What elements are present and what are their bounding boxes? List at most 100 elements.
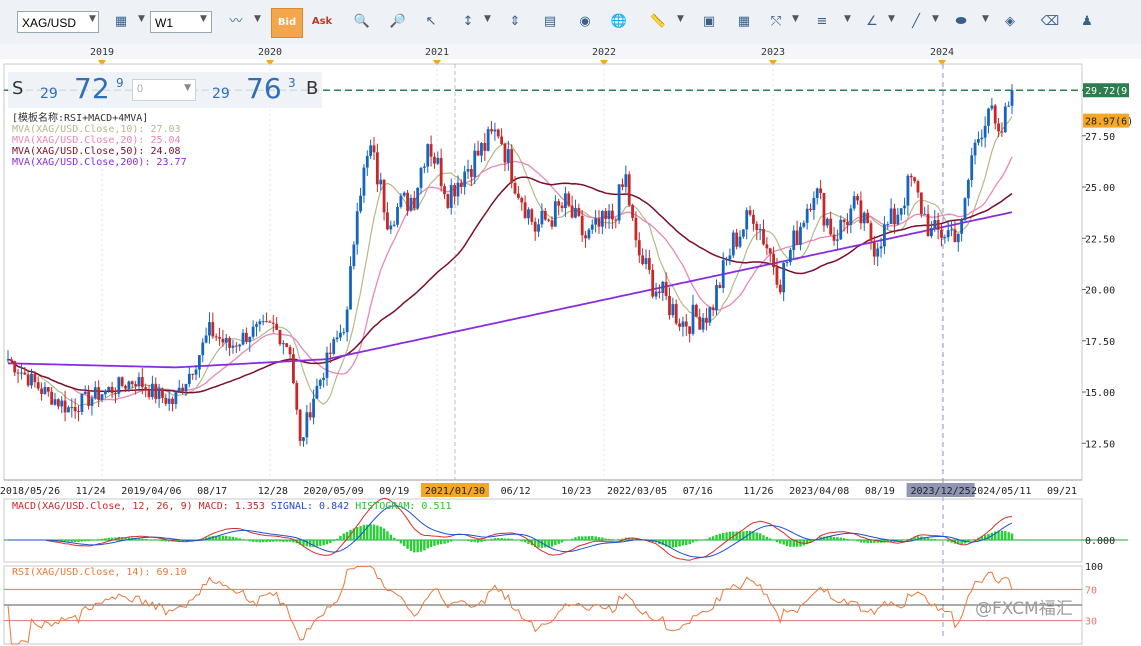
sell-prefix[interactable]: 29 [40, 86, 58, 102]
buy-pip[interactable]: 3 [288, 76, 296, 90]
candle [866, 212, 870, 224]
candle [574, 208, 577, 218]
measure-icon[interactable]: ↕ [458, 12, 478, 32]
candle [1007, 105, 1011, 107]
candle [56, 399, 60, 407]
histogram-bar [973, 539, 977, 540]
histogram-bar [376, 525, 379, 540]
template-icon[interactable]: ▦ [734, 12, 754, 32]
x-tick-label: 09/21 [1047, 486, 1077, 497]
trendline-icon[interactable]: ╱ [906, 12, 926, 32]
buy-prefix[interactable]: 29 [212, 86, 230, 102]
candle [862, 212, 866, 224]
symbol-select[interactable]: XAG/USD [17, 11, 99, 33]
histogram-bar [389, 534, 392, 540]
chevron-down-icon[interactable]: ▼ [484, 14, 492, 24]
chart-type-icon[interactable]: ▦ [111, 12, 131, 32]
buy-label[interactable]: B [306, 78, 318, 99]
candle [879, 246, 883, 249]
chevron-down-icon[interactable]: ▼ [792, 14, 800, 24]
histogram-bar [755, 532, 759, 540]
candle [325, 352, 329, 378]
candle [802, 222, 806, 227]
candle [983, 125, 987, 138]
candle [87, 391, 90, 406]
candle [597, 218, 601, 227]
indicators-icon[interactable]: ♟ [1077, 12, 1097, 32]
candle [580, 215, 584, 236]
candle [110, 386, 114, 393]
candle [647, 258, 651, 270]
candle [174, 391, 178, 405]
histogram-bar [436, 540, 440, 545]
chevron-down-icon[interactable]: ▼ [254, 14, 262, 24]
candle [40, 388, 43, 394]
line-chart-icon[interactable]: 〰 [226, 12, 246, 32]
chevron-down-icon[interactable]: ▼ [138, 14, 146, 24]
candle [436, 157, 440, 164]
candle [302, 437, 305, 441]
candle [211, 322, 215, 337]
candle [755, 223, 759, 231]
chevron-down-icon[interactable]: ▼ [932, 14, 940, 24]
candle [26, 374, 30, 386]
candle [201, 342, 205, 356]
lot-input[interactable]: 0 ▼ [132, 79, 196, 101]
candle [184, 383, 188, 392]
sell-label[interactable]: S [12, 78, 23, 99]
line-tool-icon[interactable]: ⤲ [766, 12, 786, 32]
candle [607, 210, 611, 219]
candle [664, 281, 668, 296]
chevron-down-icon[interactable]: ▼ [677, 14, 685, 24]
buy-price[interactable]: 76 [246, 72, 282, 105]
chevron-down-icon[interactable]: ▼ [888, 14, 896, 24]
bid-button[interactable]: Bid [271, 8, 303, 38]
notes-icon[interactable]: ▤ [540, 12, 560, 32]
candle [406, 192, 409, 211]
histogram-bar [77, 540, 80, 542]
histogram-bar [859, 540, 863, 543]
candle [449, 185, 453, 208]
zoom-out-icon[interactable]: 🔎 [388, 12, 408, 32]
ruler-icon[interactable]: 📏 [648, 12, 668, 32]
chevron-down-icon[interactable]: ▼ [982, 14, 990, 24]
histogram-bar [607, 538, 611, 540]
image-icon[interactable]: ▣ [699, 12, 719, 32]
price-chart[interactable]: 2019 2020 2021 2022 2023 2024 12.50 15.00 17.50… [0, 44, 1141, 646]
candle [453, 185, 456, 197]
candle [916, 181, 920, 193]
histogram-bar [322, 540, 325, 546]
price-tick-label: 20.00 [1085, 286, 1115, 297]
ask-button[interactable]: Ask [307, 8, 337, 36]
chevron-down-icon[interactable]: ▼ [200, 14, 208, 24]
globe-icon[interactable]: 🌐 [609, 12, 629, 32]
ellipse-icon[interactable]: ⬬ [951, 12, 971, 32]
fill-icon[interactable]: ◈ [1000, 12, 1020, 32]
hline-icon[interactable]: ≡ [812, 12, 832, 32]
candle [903, 205, 906, 209]
histogram-bar [580, 536, 584, 540]
histogram-bar [372, 524, 376, 540]
chevron-down-icon[interactable]: ▼ [184, 83, 191, 93]
histogram-bar [255, 540, 258, 543]
eraser-icon[interactable]: ⌫ [1040, 12, 1060, 32]
candle [715, 285, 718, 310]
cursor-icon[interactable]: ↖ [421, 12, 441, 32]
candle [214, 336, 218, 338]
top-year-label: 2019 [90, 47, 114, 58]
candle [97, 387, 101, 400]
eye-icon[interactable]: ◉ [575, 12, 595, 32]
sell-pip[interactable]: 9 [116, 76, 124, 90]
chevron-down-icon[interactable]: ▼ [89, 14, 97, 24]
candle [637, 240, 641, 256]
chevron-down-icon[interactable]: ▼ [844, 14, 852, 24]
angle-icon[interactable]: ∠ [862, 12, 882, 32]
candle [990, 105, 994, 109]
sell-price[interactable]: 72 [74, 72, 110, 105]
zoom-in-icon[interactable]: 🔍 [352, 12, 372, 32]
histogram-bar [429, 540, 433, 548]
fit-icon[interactable]: ⇕ [505, 12, 525, 32]
candle [842, 219, 846, 223]
candle [355, 211, 359, 245]
histogram-bar [225, 535, 228, 540]
